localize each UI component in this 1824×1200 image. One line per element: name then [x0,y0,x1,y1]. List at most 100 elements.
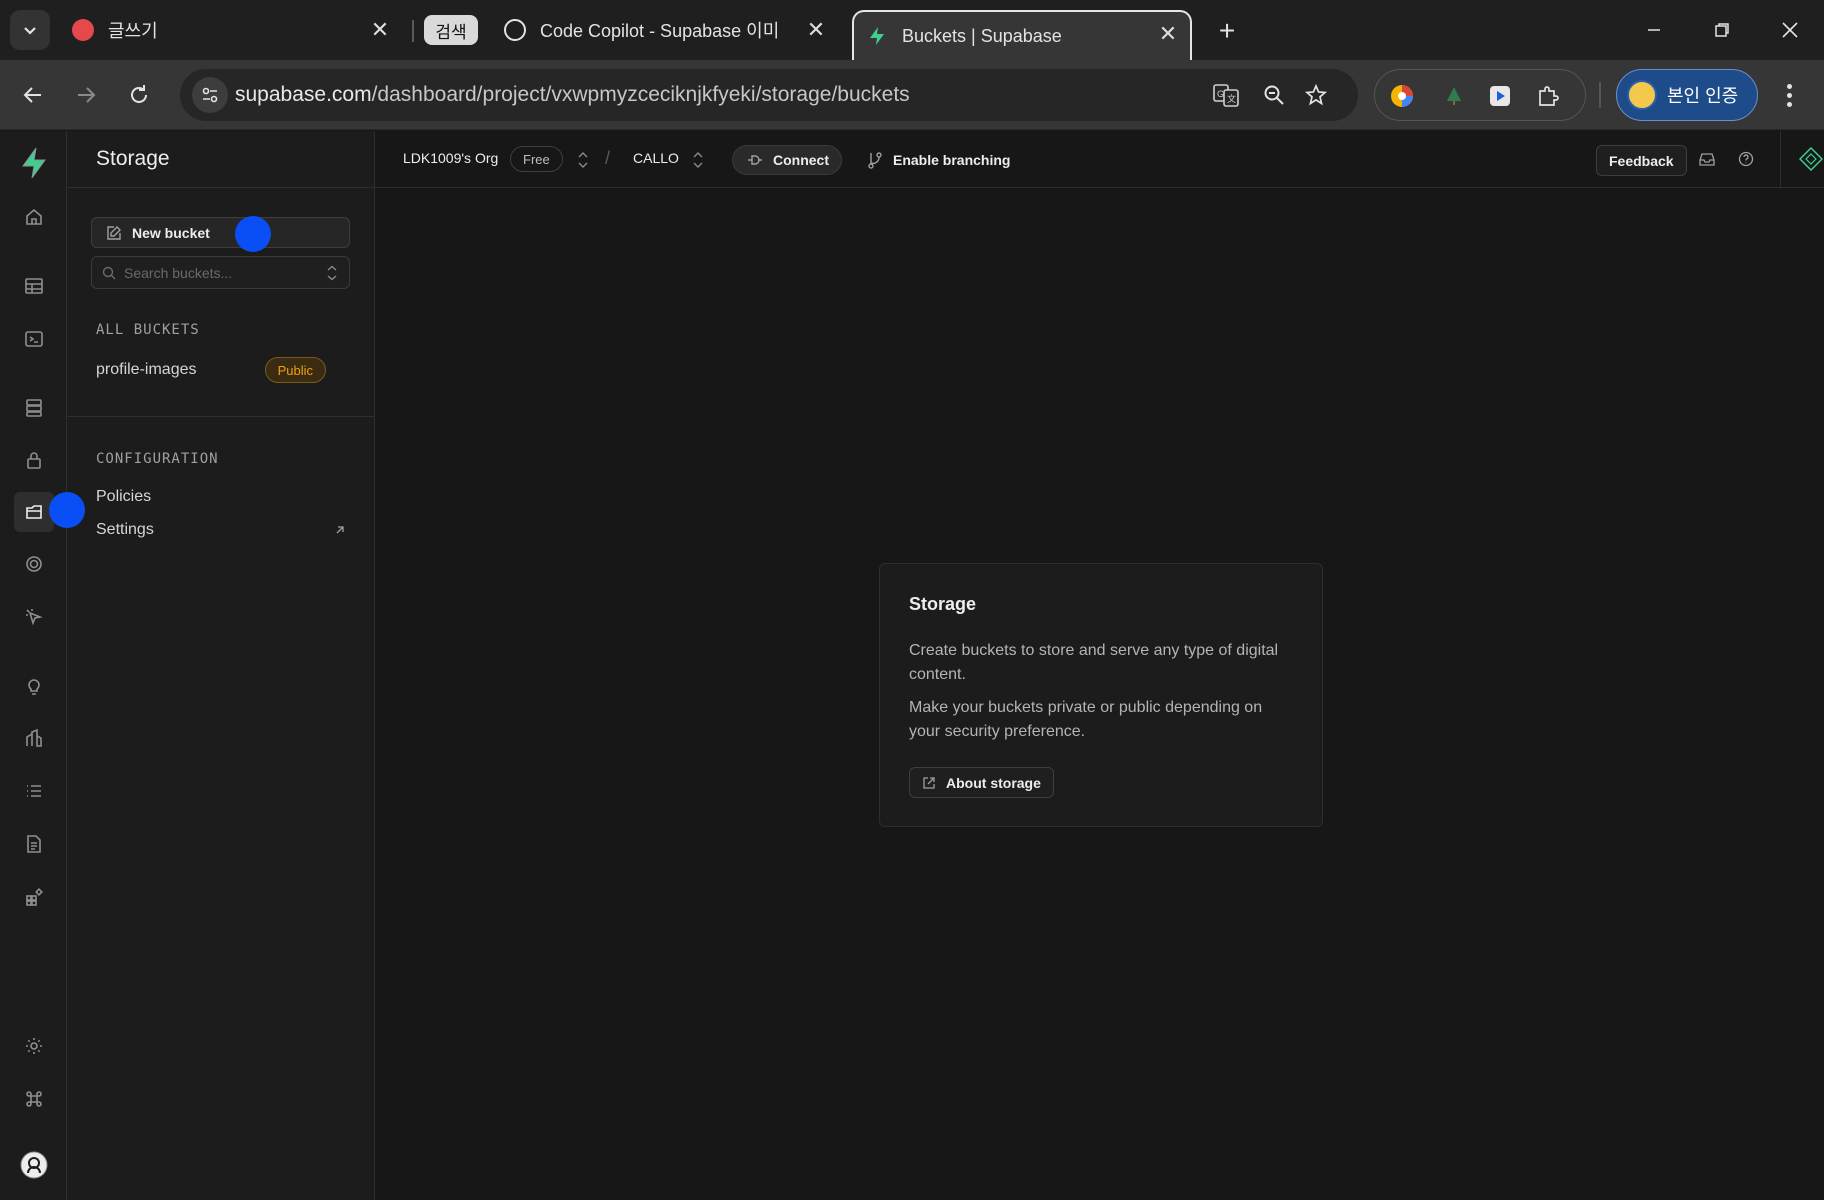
reports-icon[interactable] [14,718,54,758]
all-buckets-heading: ALL BUCKETS [96,322,200,338]
bucket-item-profile-images[interactable]: profile-images Public [96,356,326,384]
supabase-logo-icon[interactable] [14,143,54,183]
storage-empty-state-card: Storage Create buckets to store and serv… [879,563,1323,827]
help-icon[interactable] [1734,147,1758,171]
search-input[interactable] [124,264,324,281]
table-editor-icon[interactable] [14,266,54,306]
tab-close-icon[interactable]: ✕ [802,16,830,44]
logs-list-icon[interactable] [14,771,54,811]
reload-icon[interactable] [120,76,158,114]
color-extension-icon[interactable] [1387,81,1417,111]
divider [67,416,375,417]
svg-text:文: 文 [1227,93,1236,105]
new-bucket-button[interactable]: New bucket [91,217,350,248]
minimize-icon[interactable] [1634,12,1674,48]
forward-icon[interactable] [67,76,105,114]
command-icon[interactable] [14,1079,54,1119]
configuration-heading: CONFIGURATION [96,451,219,467]
integrations-icon[interactable] [14,877,54,917]
plug-icon [748,155,762,165]
toolbar-separator [1599,82,1601,108]
project-topbar: LDK1009's Org Free / CALLO Connect Enabl… [375,131,1824,188]
card-description-1: Create buckets to store and serve any ty… [909,642,1279,683]
breadcrumb-separator: / [605,148,611,168]
org-selector[interactable]: LDK1009's Org [403,150,498,166]
status-badge: Public [264,357,326,383]
card-title: Storage [909,594,977,614]
primary-nav [0,131,67,1200]
tab-title: Code Copilot - Supabase 이미 [540,21,780,41]
enable-branching-button[interactable]: Enable branching [867,145,1010,175]
bucket-name: profile-images [96,361,197,378]
window-close-icon[interactable] [1770,12,1810,48]
tab-favicon [72,19,94,41]
openai-icon [504,19,526,41]
assistant-icon[interactable] [1799,147,1823,171]
bookmark-star-icon[interactable] [1302,81,1330,109]
settings-gear-icon[interactable] [14,1026,54,1066]
connect-label: Connect [773,152,829,168]
site-info-icon[interactable] [192,77,228,113]
zoom-icon[interactable] [1260,81,1288,109]
play-extension-icon[interactable] [1485,81,1515,111]
project-switcher-chevrons-icon[interactable] [691,151,705,169]
auth-lock-icon[interactable] [14,440,54,480]
profile-button[interactable]: 본인 인증 [1616,69,1758,121]
sidebar-item-settings[interactable]: Settings [96,517,346,543]
org-switcher-chevrons-icon[interactable] [576,151,590,169]
search-buckets-field[interactable] [91,256,350,289]
sql-editor-icon[interactable] [14,319,54,359]
sidebar-item-label: Settings [96,521,154,538]
tab-close-icon[interactable]: ✕ [1154,20,1182,48]
storage-icon[interactable] [14,492,54,532]
restore-icon[interactable] [1702,12,1742,48]
inbox-icon[interactable] [1695,147,1719,171]
tree-extension-icon[interactable] [1439,81,1469,111]
profile-label: 본인 인증 [1667,86,1739,106]
tab-search-button[interactable] [10,10,50,50]
realtime-icon[interactable] [14,597,54,637]
home-icon[interactable] [14,197,54,237]
api-docs-icon[interactable] [14,824,54,864]
browser-tab-active[interactable]: Buckets | Supabase ✕ [852,10,1192,60]
tab-search-pill[interactable]: 검색 [424,15,478,45]
external-arrow-icon [336,526,344,534]
browser-toolbar: supabase.com/dashboard/project/vxwpmyzce… [0,60,1824,130]
edge-functions-icon[interactable] [14,544,54,584]
sort-chevrons-icon[interactable] [325,265,339,281]
storage-sidebar: Storage New bucket ALL BUCKETS profile-i… [67,131,375,1200]
about-storage-button[interactable]: About storage [909,767,1054,798]
browser-tab-1[interactable]: 글쓰기 ✕ [62,8,402,52]
address-bar[interactable]: supabase.com/dashboard/project/vxwpmyzce… [180,69,1358,121]
new-tab-icon[interactable]: + [1210,14,1244,48]
translate-icon[interactable]: G文 [1212,81,1240,109]
sidebar-item-policies[interactable]: Policies [96,484,346,510]
browser-menu-icon[interactable] [1774,80,1804,110]
external-link-icon [923,776,935,789]
tab-close-icon[interactable]: ✕ [366,16,394,44]
branching-label: Enable branching [893,152,1011,168]
connect-button[interactable]: Connect [732,145,842,175]
advisors-bulb-icon[interactable] [14,666,54,706]
browser-tab-2[interactable]: Code Copilot - Supabase 이미 ✕ [500,8,838,52]
tab-separator [412,20,414,42]
avatar [1627,80,1657,110]
supabase-icon [866,25,888,47]
database-icon[interactable] [14,388,54,428]
supabase-app: Storage New bucket ALL BUCKETS profile-i… [0,131,1824,1200]
feedback-button[interactable]: Feedback [1596,145,1687,176]
extensions-group [1374,69,1586,121]
chevron-down-icon [24,27,36,35]
cursor-marker [49,492,85,528]
edit-icon [107,225,121,240]
svg-text:G: G [1217,89,1224,99]
page-title: Storage [67,131,374,188]
project-selector[interactable]: CALLO [633,150,679,166]
puzzle-extension-icon[interactable] [1533,81,1563,111]
plan-badge: Free [510,146,563,172]
back-icon[interactable] [14,76,52,114]
browser-tab-bar: 글쓰기 ✕ 검색 Code Copilot - Supabase 이미 ✕ Bu… [0,0,1824,60]
search-icon [102,266,116,279]
url-path: /dashboard/project/vxwpmyzceciknjkfyeki/… [371,83,910,106]
user-avatar-icon[interactable] [14,1145,54,1185]
